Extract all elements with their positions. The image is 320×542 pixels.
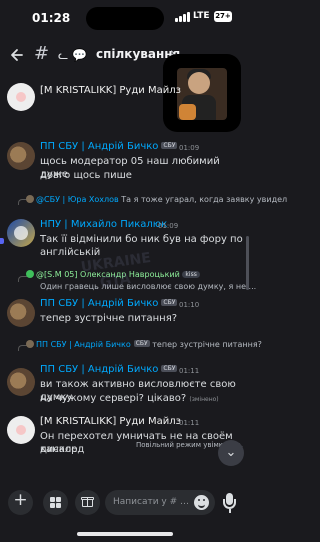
back-arrow-icon[interactable] (8, 45, 28, 65)
message-author[interactable]: ПП СБУ | Андрій Бичко СБУ (40, 141, 178, 152)
reply-preview[interactable]: @СБУ | Юра Хохлов Та я тоже угарал, когд… (26, 195, 287, 204)
avatar[interactable] (7, 219, 35, 247)
emoji-icon[interactable] (194, 495, 209, 510)
status-time: 01:28 (32, 11, 71, 25)
apps-button[interactable] (43, 490, 68, 515)
gift-button[interactable] (75, 490, 100, 515)
watermark: UKRAINE GTA (79, 249, 152, 292)
avatar[interactable] (7, 299, 35, 327)
message-composer: + Написати у # ᓚ 💬 спілкування (0, 488, 250, 518)
dynamic-island (86, 7, 164, 30)
message-text: на чужому сервері? цікаво? (змінено) (40, 393, 219, 404)
avatar[interactable] (7, 83, 35, 111)
avatar[interactable] (7, 416, 35, 444)
message-input[interactable]: Написати у # ᓚ 💬 спілкування (105, 490, 215, 515)
message-time: 01:09 (179, 144, 200, 152)
message-time: 01:11 (179, 419, 200, 427)
microphone-icon[interactable] (222, 491, 236, 515)
message-time: 01:11 (179, 367, 200, 375)
message-author[interactable]: [M KRISTALIKK] Руди Майлз (40, 85, 181, 96)
status-bar: 01:28 LTE 27+ (0, 0, 250, 36)
channel-hash-icon: # (34, 43, 50, 64)
unread-indicator (0, 238, 4, 244)
message-text: канале (40, 444, 78, 455)
avatar[interactable] (7, 368, 35, 396)
message-author[interactable]: ПП СБУ | Андрій Бичко СБУ (40, 364, 178, 375)
message-time: 01:10 (179, 301, 200, 309)
add-attachment-button[interactable]: + (8, 490, 33, 515)
avatar[interactable] (7, 142, 35, 170)
home-indicator[interactable] (77, 532, 173, 536)
signal-icon (175, 12, 190, 22)
scrollbar[interactable] (246, 236, 249, 290)
message-author[interactable]: НПУ | Михайло Пикалюк (40, 219, 167, 230)
message-time: 01:09 (158, 222, 179, 230)
message-author[interactable]: [M KRISTALIKK] Руди Майлз (40, 416, 181, 427)
message-text: Так її відмінили бо ник був на фору по (40, 234, 243, 245)
battery-icon: 27+ (214, 11, 232, 22)
channel-emoji: ᓚ 💬 (58, 48, 87, 62)
network-label: LTE (193, 11, 210, 21)
reply-preview[interactable]: ПП СБУ | Андрій Бичко СБУ тепер зустрічне… (26, 340, 262, 349)
jump-to-bottom-button[interactable]: ⌄ (218, 440, 244, 466)
message-text: довго щось пише (40, 170, 132, 181)
